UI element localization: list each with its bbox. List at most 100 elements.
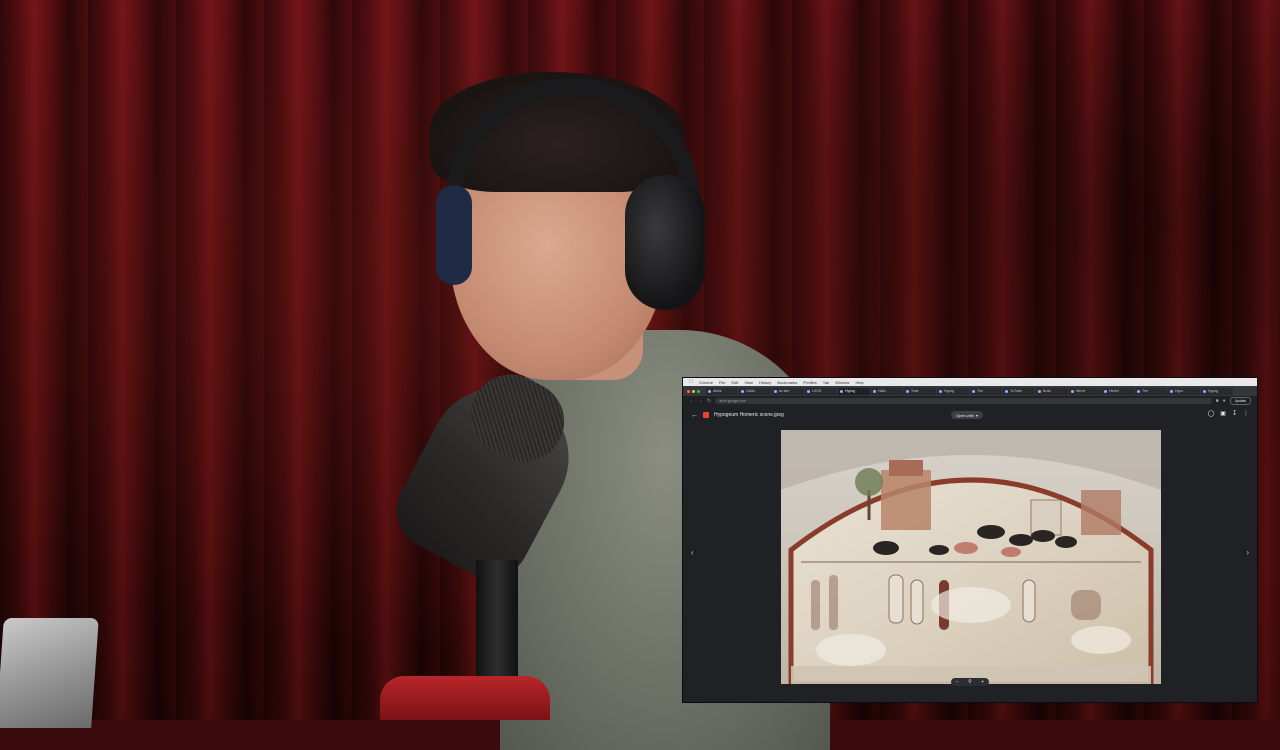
zoom-out-icon[interactable]: − (956, 679, 959, 685)
menu-item[interactable]: Bookmarks (777, 380, 797, 385)
tab-label: LSGS (812, 389, 822, 393)
zoom-window-button[interactable] (697, 389, 700, 393)
browser-tab[interactable]: Calibr (739, 387, 771, 395)
previous-icon[interactable]: ‹ (691, 549, 694, 557)
menu-item[interactable]: View (744, 380, 753, 385)
tab-favicon-icon (1071, 389, 1074, 393)
image-file-icon (703, 412, 709, 418)
tab-label: Brain (1043, 389, 1052, 393)
browser-tab[interactable]: The (1135, 387, 1167, 395)
reload-icon[interactable]: ↻ (707, 398, 711, 404)
tab-label: Hypog (1208, 389, 1219, 393)
tab-favicon-icon (741, 389, 744, 393)
tab-label: ac stre (779, 389, 790, 393)
browser-tab[interactable]: The (970, 387, 1002, 395)
tab-favicon-icon (807, 389, 810, 393)
computer-screen-overlay:  Chrome File Edit View History Bookmark… (682, 377, 1258, 703)
back-arrow-icon[interactable]: ← (691, 412, 698, 419)
browser-tab[interactable]: Tobe (904, 387, 936, 395)
tab-label: Hallu (878, 389, 886, 393)
tab-label: Hypog (944, 389, 955, 393)
fresco-painting (781, 430, 1161, 684)
menu-item[interactable]: Chrome (699, 380, 713, 385)
browser-tab[interactable]: ac stre (772, 387, 804, 395)
browser-toolbar: ← → ↻ drive.google.com ■ ● Update (683, 396, 1257, 406)
open-with-button[interactable]: Open with ▾ (951, 411, 984, 419)
browser-tab-strip: Aleks Calibr ac stre LSGS Hypog Hallu Tobe Hypo… (683, 386, 1257, 396)
minimize-window-button[interactable] (692, 389, 695, 393)
menu-item[interactable]: File (719, 380, 725, 385)
url-text: drive.google.com (719, 399, 746, 403)
browser-tab[interactable]: Heidel (1102, 387, 1134, 395)
tab-favicon-icon (1203, 389, 1206, 393)
menu-item[interactable]: Help (855, 380, 863, 385)
profile-icon[interactable]: ● (1223, 398, 1226, 404)
tab-label: Tobe (911, 389, 919, 393)
tab-label: The (977, 389, 984, 393)
headphones-right-earcup (625, 175, 705, 310)
mac-menubar:  Chrome File Edit View History Bookmark… (683, 378, 1257, 386)
tab-favicon-icon (708, 389, 711, 393)
add-shortcut-icon[interactable]: ◯ (1208, 411, 1215, 417)
browser-tabs: Aleks Calibr ac stre LSGS Hypog Hallu Tobe Hypo… (706, 387, 1233, 395)
menu-item[interactable]: Tab (823, 380, 829, 385)
menu-item[interactable]: History (759, 380, 771, 385)
tab-favicon-icon (939, 389, 942, 393)
close-window-button[interactable] (687, 389, 690, 393)
file-name: Hypogeum Homeric scene.jpeg (714, 412, 784, 418)
open-with-label: Open with (956, 412, 975, 418)
tab-favicon-icon (1170, 389, 1173, 393)
chevron-down-icon: ▾ (976, 412, 979, 418)
fresco-image (781, 430, 1161, 684)
browser-tab[interactable]: YuTube (1003, 387, 1035, 395)
browser-tab[interactable]: Nerve (1069, 387, 1101, 395)
tab-favicon-icon (774, 389, 777, 393)
menu-item[interactable]: Edit (731, 380, 738, 385)
browser-tab[interactable]: Hypo (1168, 387, 1200, 395)
extensions-icon[interactable]: ■ (1216, 398, 1219, 404)
tab-label: The (1142, 389, 1149, 393)
tab-label: YuTube (1010, 389, 1022, 393)
back-icon[interactable]: ← (689, 398, 694, 404)
menu-item[interactable]: Window (835, 380, 849, 385)
browser-tab[interactable]: Aleks (706, 387, 738, 395)
image-preview-area: ‹ › − ⚲ + (683, 424, 1257, 688)
browser-tab[interactable]: Hypog (1201, 387, 1233, 395)
tab-label: Hypog (845, 389, 856, 393)
window-controls (687, 389, 700, 393)
browser-tab[interactable]: Hypog (937, 387, 969, 395)
drive-preview-header: ← Hypogeum Homeric scene.jpeg Open with … (683, 406, 1257, 424)
preview-actions: ◯ ▣ ↧ ⋮ (1208, 411, 1249, 417)
browser-tab[interactable]: LSGS (805, 387, 837, 395)
print-icon[interactable]: ▣ (1220, 411, 1226, 417)
address-bar[interactable]: drive.google.com (715, 398, 1212, 404)
tab-favicon-icon (906, 389, 909, 393)
microphone-arm (380, 676, 550, 720)
headphones-left-earcup (436, 185, 472, 285)
update-button[interactable]: Update (1229, 397, 1251, 405)
tab-favicon-icon (1005, 389, 1008, 393)
tab-favicon-icon (1137, 389, 1140, 393)
zoom-controls: − ⚲ + (951, 678, 989, 686)
tab-favicon-icon (1038, 389, 1041, 393)
zoom-in-icon[interactable]: + (981, 679, 984, 685)
update-button-label: Update (1234, 399, 1246, 403)
tab-favicon-icon (972, 389, 975, 393)
zoom-reset-icon[interactable]: ⚲ (968, 679, 972, 685)
tab-favicon-icon (873, 389, 876, 393)
next-icon[interactable]: › (1246, 549, 1249, 557)
apple-icon[interactable]:  (689, 379, 693, 385)
tab-label: Aleks (713, 389, 722, 393)
tab-favicon-icon (1104, 389, 1107, 393)
download-icon[interactable]: ↧ (1232, 411, 1237, 417)
browser-tab[interactable]: Brain (1036, 387, 1068, 395)
tab-label: Hypo (1175, 389, 1184, 393)
tab-label: Calibr (746, 389, 756, 393)
browser-tab[interactable]: Hallu (871, 387, 903, 395)
forward-icon[interactable]: → (698, 398, 703, 404)
tab-label: Heidel (1109, 389, 1119, 393)
tab-label: Nerve (1076, 389, 1086, 393)
more-options-icon[interactable]: ⋮ (1243, 411, 1249, 417)
menu-item[interactable]: Profiles (803, 380, 816, 385)
browser-tab[interactable]: Hypog (838, 387, 870, 395)
